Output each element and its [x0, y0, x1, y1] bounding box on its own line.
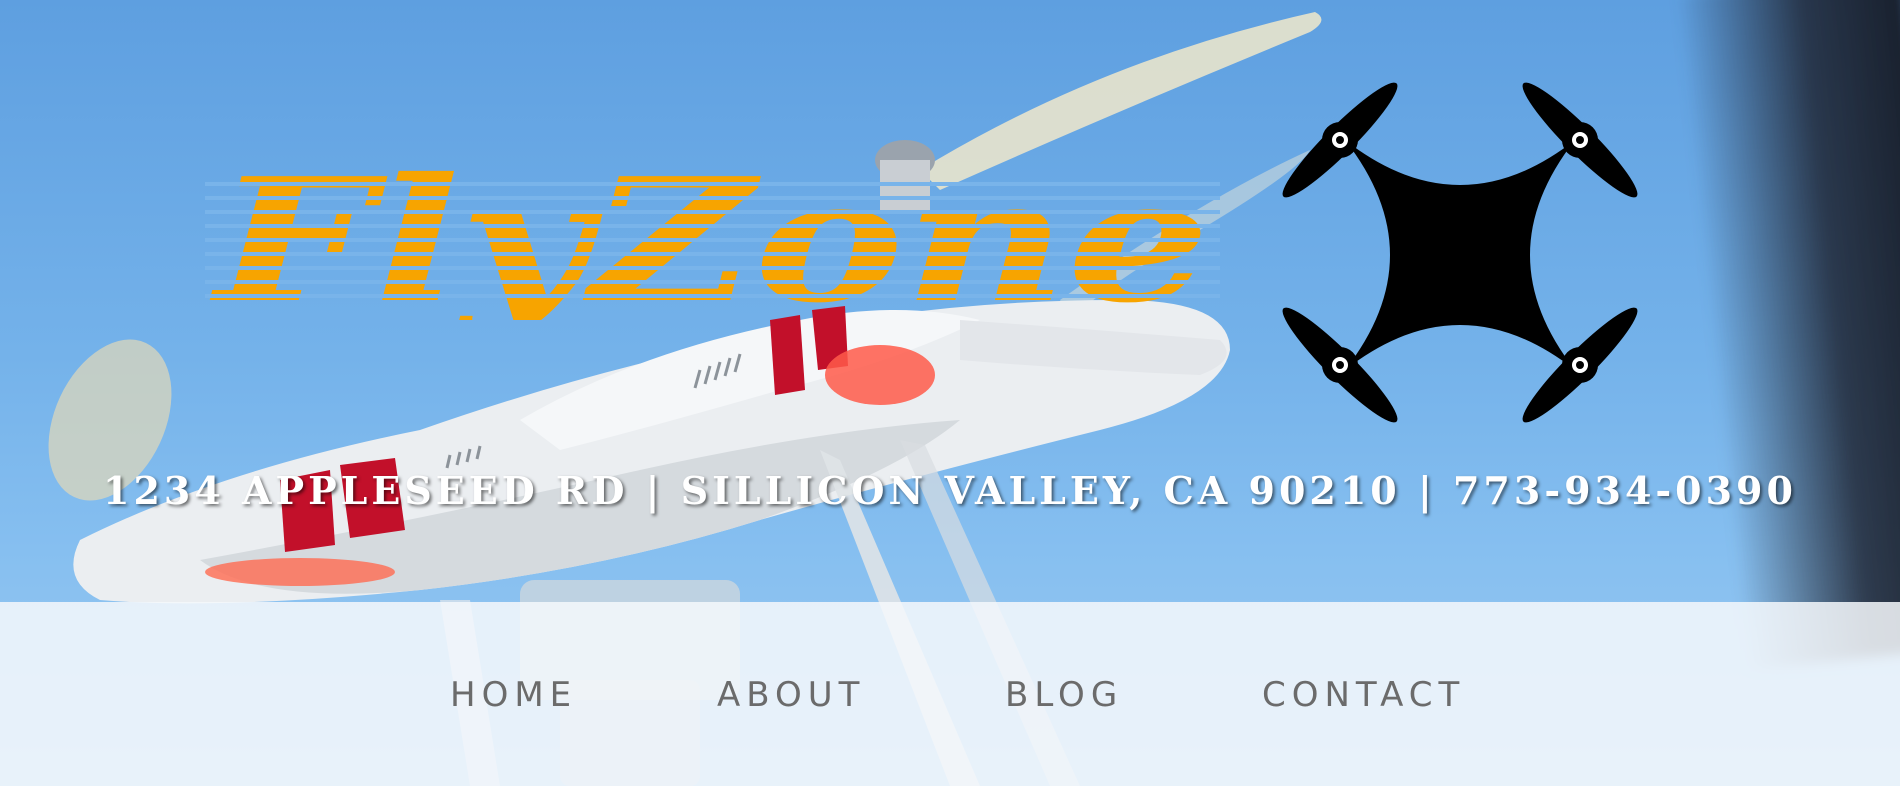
nav-blog-link[interactable]: BLOG: [1005, 675, 1123, 715]
address-line: 1234 APPLESEED RD | SILLICON VALLEY, CA …: [103, 468, 1797, 513]
flyzone-logo[interactable]: FlyZone: [205, 170, 1220, 320]
nav-about-link[interactable]: ABOUT: [717, 675, 865, 715]
main-navigation: HOME ABOUT BLOG CONTACT: [0, 602, 1900, 786]
nav-home-link[interactable]: HOME: [450, 675, 577, 715]
quadcopter-drone-icon: [1282, 82, 1638, 423]
nav-contact-link[interactable]: CONTACT: [1262, 675, 1465, 715]
nav-menu: HOME ABOUT BLOG CONTACT: [0, 675, 1900, 725]
